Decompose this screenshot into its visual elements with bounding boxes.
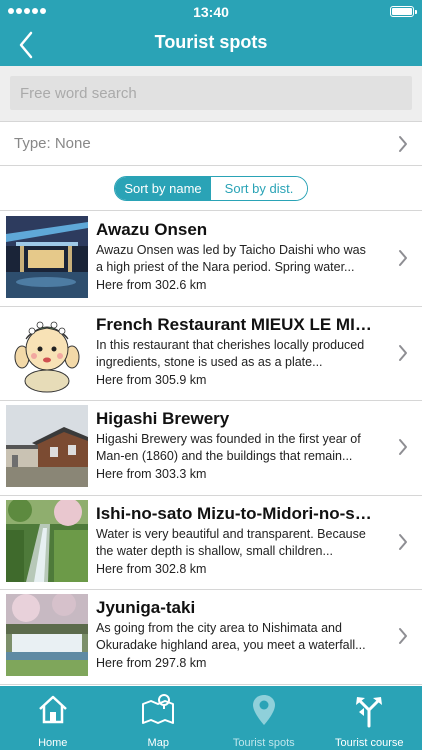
status-time: 13:40 — [193, 4, 229, 20]
home-icon — [38, 695, 67, 724]
battery-icon — [390, 6, 417, 17]
hot-spring-photo — [6, 216, 88, 298]
search-bar — [0, 66, 422, 122]
spot-description: Awazu Onsen was led by Taicho Daishi who… — [96, 243, 366, 274]
tab-tourist-spots[interactable]: Tourist spots — [211, 686, 317, 750]
spot-title: French Restaurant MIEUX LE MIEUX — [96, 314, 378, 334]
list-item[interactable]: Higashi Brewery Higashi Brewery was foun… — [0, 401, 422, 496]
spot-title: Awazu Onsen — [96, 220, 208, 239]
tab-label: Home — [38, 737, 68, 749]
spot-thumbnail-higashi-brewery — [6, 405, 88, 488]
tab-home[interactable]: Home — [0, 686, 106, 750]
chevron-right-icon — [399, 439, 407, 456]
sort-bar: Sort by name Sort by dist. — [0, 166, 422, 211]
search-input[interactable] — [10, 76, 412, 110]
list-item[interactable]: Ishi-no-sato Mizu-to-Midori-no-sato Wate… — [0, 495, 422, 591]
brewery-building-photo — [6, 405, 88, 488]
spot-thumbnail-french-restaurant — [6, 310, 88, 393]
location-pin-icon — [252, 695, 275, 725]
tab-label: Tourist course — [335, 737, 404, 749]
tab-tourist-course[interactable]: Tourist course — [317, 686, 422, 750]
sort-by-distance-button[interactable]: Sort by dist. — [211, 177, 307, 200]
page-title: Tourist spots — [154, 32, 268, 52]
tab-label: Tourist spots — [232, 737, 295, 749]
spot-distance: Here from 302.8 km — [96, 561, 207, 576]
spot-description: Water is very beautiful and transparent.… — [96, 526, 366, 558]
chevron-right-icon — [399, 136, 407, 152]
spot-title: Ishi-no-sato Mizu-to-Midori-no-sato — [96, 503, 378, 523]
sort-segmented-control: Sort by name Sort by dist. — [114, 176, 308, 201]
spot-distance: Here from 303.3 km — [96, 467, 207, 482]
spot-thumbnail-awazu-onsen — [6, 216, 88, 298]
list-item[interactable]: Jyuniga-taki As going from the city area… — [0, 590, 422, 685]
stream-photo — [6, 499, 88, 582]
chevron-right-icon — [399, 533, 407, 550]
mascot-character-image — [6, 310, 88, 393]
map-icon — [142, 694, 175, 724]
list-item[interactable]: Awazu Onsen Awazu Onsen was led by Taich… — [0, 212, 422, 307]
spot-thumbnail-jyuniga-taki — [6, 594, 88, 677]
spot-description: In this restaurant that cherishes locall… — [96, 337, 365, 369]
spot-title: Higashi Brewery — [96, 409, 230, 429]
spot-distance: Here from 305.9 km — [96, 372, 207, 387]
chevron-right-icon — [399, 628, 407, 645]
spot-distance: Here from 302.6 km — [96, 278, 207, 292]
tab-label: Map — [147, 737, 169, 749]
sort-by-name-button[interactable]: Sort by name — [115, 177, 211, 200]
tab-map[interactable]: Map — [106, 686, 212, 750]
navigation-bar: Tourist spots — [0, 24, 422, 66]
spot-title: Jyuniga-taki — [96, 598, 196, 618]
tab-bar: Home Map Tourist spots Tourist course — [0, 686, 422, 750]
spot-description: As going from the city area to Nishimata… — [96, 621, 366, 653]
status-bar: 13:40 — [0, 0, 422, 24]
type-filter-row[interactable]: Type: None — [0, 122, 422, 166]
tourist-spot-list: Awazu Onsen Awazu Onsen was led by Taich… — [0, 212, 422, 686]
spot-thumbnail-ishi-no-sato — [6, 499, 88, 582]
chevron-right-icon — [399, 344, 407, 361]
list-item[interactable]: French Restaurant MIEUX LE MIEUX In this… — [0, 306, 422, 402]
chevron-right-icon — [399, 250, 407, 266]
signpost-icon — [356, 697, 383, 728]
spot-description: Higashi Brewery was founded in the first… — [96, 432, 361, 464]
waterfall-photo — [6, 594, 88, 677]
type-filter-label: Type: None — [14, 135, 91, 152]
spot-distance: Here from 297.8 km — [96, 656, 207, 671]
